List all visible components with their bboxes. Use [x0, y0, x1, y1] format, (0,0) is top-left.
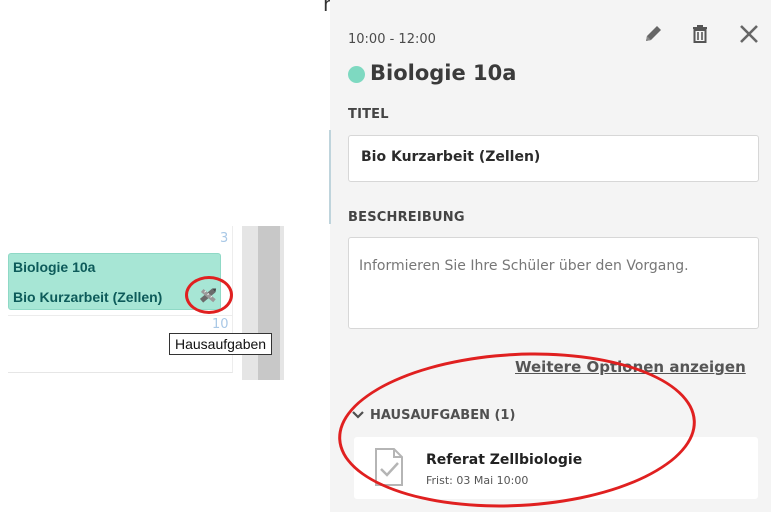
calendar-column — [242, 226, 258, 380]
calendar-fragment: 3 10 Biologie 10a Bio Kurzarbeit (Zellen… — [0, 0, 330, 512]
close-icon[interactable] — [736, 21, 762, 47]
tooltip: Hausaufgaben — [169, 333, 273, 355]
annotation-circle — [185, 276, 233, 314]
description-textarea[interactable]: Informieren Sie Ihre Schüler über den Vo… — [348, 237, 759, 329]
title-input[interactable]: Bio Kurzarbeit (Zellen) — [348, 135, 759, 182]
calendar-column — [258, 226, 280, 380]
calendar-divider — [8, 315, 232, 316]
title-label: TITEL — [348, 107, 389, 122]
course-title: Biologie 10a — [370, 61, 517, 85]
calendar-column — [280, 226, 284, 380]
event-subtitle: Bio Kurzarbeit (Zellen) — [13, 289, 163, 305]
pencil-icon[interactable] — [642, 23, 664, 45]
course-color-dot — [348, 66, 365, 83]
trash-icon[interactable] — [689, 23, 711, 45]
day-number: 3 — [220, 231, 229, 246]
panel-edge-accent — [329, 130, 331, 224]
event-title: Biologie 10a — [13, 259, 96, 275]
day-number: 10 — [212, 317, 229, 332]
description-label: BESCHREIBUNG — [348, 210, 465, 225]
event-time: 10:00 - 12:00 — [348, 32, 436, 47]
